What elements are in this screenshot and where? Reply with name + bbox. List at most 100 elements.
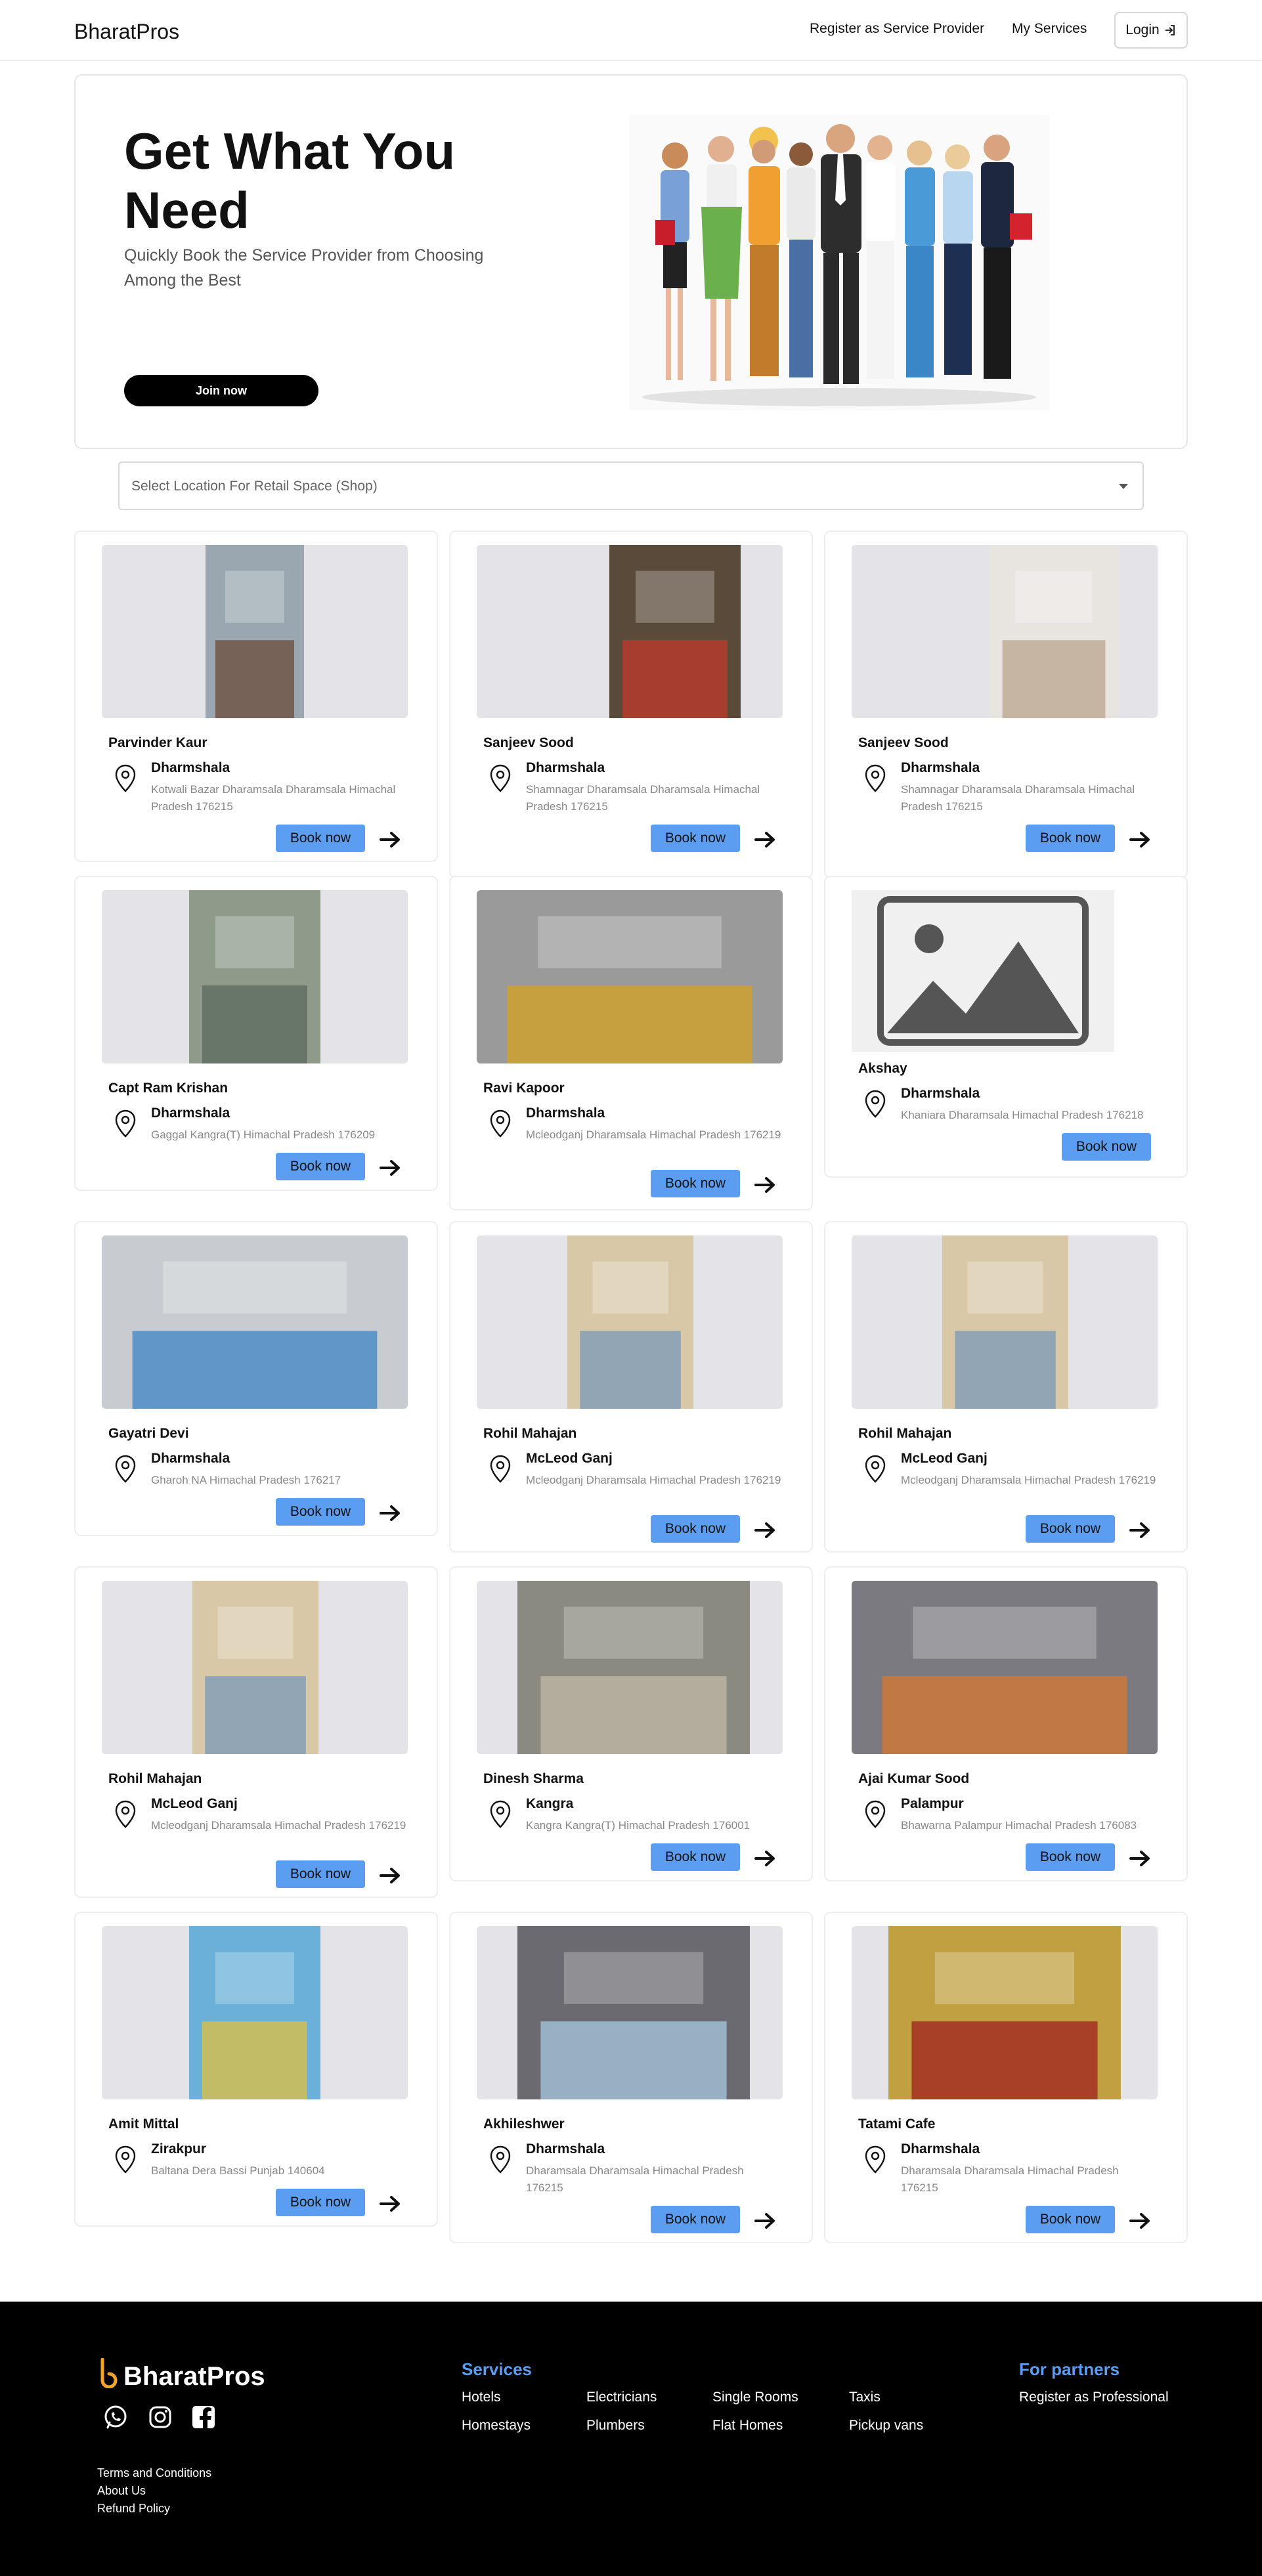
listing-photo[interactable]	[852, 1581, 1158, 1754]
listing-card[interactable]: Ravi Kapoor Dharmshala Mcleodganj Dharam…	[449, 876, 813, 1211]
listing-city: Dharmshala	[526, 1106, 605, 1121]
book-now-button[interactable]: Book now	[651, 1843, 740, 1871]
listing-owner-name: Sanjeev Sood	[483, 735, 574, 750]
listing-photo[interactable]	[852, 1926, 1158, 2099]
listing-card[interactable]: Tatami Cafe Dharmshala Dharamsala Dharam…	[824, 1912, 1188, 2243]
listing-card[interactable]: Parvinder Kaur Dharmshala Kotwali Bazar …	[74, 530, 438, 862]
book-now-button[interactable]: Book now	[651, 1170, 740, 1197]
location-pin-icon	[865, 764, 886, 792]
book-now-button[interactable]: Book now	[276, 825, 365, 852]
facebook-icon[interactable]	[190, 2404, 217, 2430]
footer-service-pickup-vans[interactable]: Pickup vans	[849, 2418, 923, 2434]
footer-service-hotels[interactable]: Hotels	[462, 2390, 501, 2405]
listing-photo[interactable]	[477, 1581, 783, 1754]
book-now-button[interactable]: Book now	[651, 2206, 740, 2233]
listing-city: McLeod Ganj	[901, 1451, 988, 1466]
arrow-right-icon[interactable]	[379, 1866, 403, 1885]
listing-card[interactable]: Amit Mittal Zirakpur Baltana Dera Bassi …	[74, 1912, 438, 2227]
listing-photo[interactable]	[102, 545, 408, 718]
listing-photo[interactable]	[477, 1926, 783, 2099]
footer-service-homestays[interactable]: Homestays	[462, 2418, 531, 2434]
book-now-button[interactable]: Book now	[1062, 1133, 1151, 1161]
arrow-right-icon[interactable]	[379, 1503, 403, 1523]
nav-register-provider[interactable]: Register as Service Provider	[810, 21, 984, 37]
listing-photo[interactable]	[102, 1581, 408, 1754]
join-now-button[interactable]: Join now	[124, 375, 318, 406]
listing-address: Dharamsala Dharamsala Himachal Pradesh 1…	[526, 2164, 744, 2194]
arrow-right-icon[interactable]	[379, 2194, 403, 2214]
listing-card[interactable]: Gayatri Devi Dharmshala Gharoh NA Himach…	[74, 1221, 438, 1536]
listing-address: Khaniara Dharamsala Himachal Pradesh 176…	[901, 1109, 1144, 1121]
whatsapp-icon[interactable]	[102, 2404, 129, 2430]
location-select[interactable]: Select Location For Retail Space (Shop)	[118, 462, 1144, 510]
listing-card[interactable]: Sanjeev Sood Dharmshala Shamnagar Dharam…	[824, 530, 1188, 878]
listing-photo[interactable]	[477, 890, 783, 1063]
arrow-right-icon[interactable]	[754, 830, 777, 849]
listing-photo[interactable]	[852, 545, 1158, 718]
arrow-right-icon[interactable]	[1129, 1520, 1152, 1540]
arrow-right-icon[interactable]	[754, 2211, 777, 2231]
listing-photo[interactable]	[852, 890, 1114, 1052]
footer-link-about[interactable]: About Us	[97, 2484, 146, 2498]
listing-photo[interactable]	[102, 890, 408, 1063]
arrow-right-icon[interactable]	[754, 1520, 777, 1540]
listing-city: Dharmshala	[901, 2141, 980, 2157]
listing-card[interactable]: Rohil Mahajan McLeod Ganj Mcleodganj Dha…	[74, 1566, 438, 1898]
arrow-right-icon[interactable]	[1129, 2211, 1152, 2231]
arrow-right-icon[interactable]	[754, 1849, 777, 1868]
footer-service-electricians[interactable]: Electricians	[586, 2390, 657, 2405]
footer-link-refund[interactable]: Refund Policy	[97, 2502, 170, 2516]
arrow-right-icon[interactable]	[379, 1158, 403, 1178]
book-now-button[interactable]: Book now	[276, 1153, 365, 1180]
brand-logo[interactable]: BharatPros	[74, 20, 179, 44]
book-now-button[interactable]: Book now	[276, 2189, 365, 2216]
book-now-button[interactable]: Book now	[1026, 1515, 1115, 1543]
listing-city: Dharmshala	[526, 760, 605, 775]
book-now-button[interactable]: Book now	[651, 1515, 740, 1543]
listing-owner-name: Dinesh Sharma	[483, 1771, 584, 1786]
listing-card[interactable]: Rohil Mahajan McLeod Ganj Mcleodganj Dha…	[824, 1221, 1188, 1553]
location-pin-icon	[490, 2145, 511, 2174]
listing-photo[interactable]	[102, 1926, 408, 2099]
listing-photo[interactable]	[477, 1235, 783, 1409]
footer-service-plumbers[interactable]: Plumbers	[586, 2418, 645, 2434]
instagram-icon[interactable]	[147, 2404, 173, 2430]
location-pin-icon	[115, 2145, 136, 2174]
listing-card[interactable]: Akshay Dharmshala Khaniara Dharamsala Hi…	[824, 876, 1188, 1178]
arrow-right-icon[interactable]	[754, 1175, 777, 1195]
listing-card[interactable]: Capt Ram Krishan Dharmshala Gaggal Kangr…	[74, 876, 438, 1191]
listing-address: Shamnagar Dharamsala Dharamsala Himachal…	[901, 783, 1135, 813]
listing-photo[interactable]	[852, 1235, 1158, 1409]
footer-brand[interactable]: BharatPros	[123, 2362, 265, 2392]
listing-card[interactable]: Akhileshwer Dharmshala Dharamsala Dharam…	[449, 1912, 813, 2243]
listing-card[interactable]: Rohil Mahajan McLeod Ganj Mcleodganj Dha…	[449, 1221, 813, 1553]
book-now-button[interactable]: Book now	[276, 1498, 365, 1526]
book-now-button[interactable]: Book now	[276, 1860, 365, 1888]
location-pin-icon	[865, 1800, 886, 1828]
book-now-button[interactable]: Book now	[1026, 825, 1115, 852]
arrow-right-icon[interactable]	[1129, 1849, 1152, 1868]
footer-register-professional[interactable]: Register as Professional	[1019, 2390, 1169, 2405]
listing-card[interactable]: Dinesh Sharma Kangra Kangra Kangra(T) Hi…	[449, 1566, 813, 1881]
listing-card[interactable]: Ajai Kumar Sood Palampur Bhawarna Palamp…	[824, 1566, 1188, 1881]
arrow-right-icon[interactable]	[1129, 830, 1152, 849]
footer-link-terms[interactable]: Terms and Conditions	[97, 2466, 211, 2480]
footer-service-flat-homes[interactable]: Flat Homes	[712, 2418, 783, 2434]
site-footer: BharatPros Terms and Conditions About Us…	[0, 2302, 1262, 2576]
site-header: BharatPros Register as Service Provider …	[0, 0, 1262, 61]
listing-owner-name: Rohil Mahajan	[483, 1426, 577, 1441]
location-pin-icon	[490, 1455, 511, 1483]
arrow-right-icon[interactable]	[379, 830, 403, 849]
listing-photo[interactable]	[477, 545, 783, 718]
login-button[interactable]: Login	[1114, 12, 1188, 49]
footer-service-taxis[interactable]: Taxis	[849, 2390, 881, 2405]
hero-subtitle: Quickly Book the Service Provider from C…	[124, 246, 484, 290]
nav-my-services[interactable]: My Services	[1012, 21, 1087, 37]
listing-city: McLeod Ganj	[526, 1451, 613, 1466]
book-now-button[interactable]: Book now	[1026, 2206, 1115, 2233]
listing-card[interactable]: Sanjeev Sood Dharmshala Shamnagar Dharam…	[449, 530, 813, 878]
book-now-button[interactable]: Book now	[1026, 1843, 1115, 1871]
footer-service-single-rooms[interactable]: Single Rooms	[712, 2390, 798, 2405]
listing-photo[interactable]	[102, 1235, 408, 1409]
book-now-button[interactable]: Book now	[651, 825, 740, 852]
